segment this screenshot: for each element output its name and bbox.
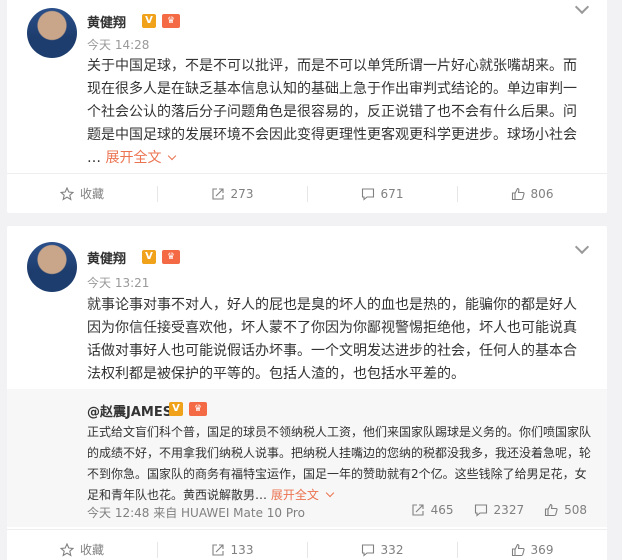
avatar[interactable]	[27, 8, 77, 58]
action-bar: 收藏 133 332 369	[7, 529, 607, 560]
avatar[interactable]	[27, 242, 77, 292]
share-icon	[411, 503, 425, 517]
favorite-button[interactable]: 收藏	[7, 530, 157, 560]
member-icon: ♛	[162, 14, 180, 28]
expand-link[interactable]: 展开全文	[105, 150, 177, 166]
expand-label: 展开全文	[270, 488, 319, 502]
repost-button[interactable]: 133	[157, 530, 307, 560]
thumbs-up-icon	[511, 187, 525, 201]
feed-card: 黄健翔 V ♛ 今天 14:28 关于中国足球，不是不可以批评，而是不可以单凭所…	[7, 0, 607, 213]
expand-label: 展开全文	[105, 150, 162, 166]
post-time[interactable]: 今天 13:21	[87, 274, 149, 291]
repost-text: 正式给文盲们科个普，国足的球员不领纳税人工资，他们来国家队踢球是义务的。你们喷国…	[87, 425, 592, 502]
star-icon	[59, 186, 74, 201]
ellipsis: …	[255, 488, 268, 502]
feed-card: 黄健翔 V ♛ 今天 13:21 就事论事对事不对人，好人的屁也是臭的坏人的血也…	[7, 226, 607, 560]
author-name[interactable]: 黄健翔	[87, 12, 126, 31]
repost-author[interactable]: @赵震JAMES	[87, 401, 172, 420]
verified-icon: V	[142, 250, 156, 264]
thumbs-up-icon	[511, 543, 525, 557]
ellipsis: …	[87, 150, 101, 166]
favorite-button[interactable]: 收藏	[7, 174, 157, 213]
comment-count: 2327	[493, 503, 525, 517]
favorite-label: 收藏	[79, 543, 104, 557]
repost-stats: 465 2327 508	[411, 503, 587, 517]
repost-meta[interactable]: 今天 12:48 来自 HUAWEI Mate 10 Pro	[87, 504, 305, 521]
star-icon	[59, 542, 74, 557]
favorite-label: 收藏	[79, 187, 104, 201]
repost-content: 正式给文盲们科个普，国足的球员不领纳税人工资，他们来国家队踢球是义务的。你们喷国…	[87, 422, 592, 506]
comment-icon	[361, 543, 375, 557]
repost-box: @赵震JAMES V ♛ 正式给文盲们科个普，国足的球员不领纳税人工资，他们来国…	[7, 389, 607, 527]
post-text: 关于中国足球，不是不可以批评，而是不可以单凭所谓一片好心就张嘴胡来。而现在很多人…	[87, 58, 577, 143]
author-name[interactable]: 黄健翔	[87, 248, 126, 267]
expand-link[interactable]: 展开全文	[270, 488, 335, 502]
share-icon	[211, 543, 225, 557]
like-button[interactable]: 508	[544, 503, 587, 517]
verified-icon: V	[142, 14, 156, 28]
action-bar: 收藏 273 671 806	[7, 173, 607, 213]
verified-icon: V	[169, 402, 183, 416]
chevron-down-icon	[168, 151, 177, 161]
chevron-down-icon[interactable]	[574, 0, 590, 15]
repost-button[interactable]: 465	[411, 503, 454, 517]
comment-icon	[361, 187, 375, 201]
chevron-down-icon	[325, 488, 335, 498]
repost-button[interactable]: 273	[157, 174, 307, 213]
comment-count: 332	[380, 542, 404, 557]
comment-button[interactable]: 2327	[474, 503, 525, 517]
comment-button[interactable]: 332	[307, 530, 457, 560]
like-count: 369	[530, 542, 554, 557]
member-icon: ♛	[189, 402, 207, 416]
like-button[interactable]: 369	[457, 530, 607, 560]
post-content: 关于中国足球，不是不可以批评，而是不可以单凭所谓一片好心就张嘴胡来。而现在很多人…	[87, 55, 587, 170]
share-icon	[211, 187, 225, 201]
like-button[interactable]: 806	[457, 174, 607, 213]
thumbs-up-icon	[544, 503, 558, 517]
comment-count: 671	[380, 186, 404, 201]
like-count: 508	[564, 503, 587, 517]
repost-count: 273	[230, 186, 254, 201]
member-icon: ♛	[162, 250, 180, 264]
chevron-down-icon[interactable]	[574, 239, 590, 255]
post-time[interactable]: 今天 14:28	[87, 36, 149, 53]
post-content: 就事论事对事不对人，好人的屁也是臭的坏人的血也是热的，能骗你的都是好人因为你信任…	[87, 297, 577, 382]
comment-button[interactable]: 671	[307, 174, 457, 213]
repost-count: 133	[230, 542, 254, 557]
comment-icon	[474, 503, 488, 517]
repost-count: 465	[430, 503, 454, 517]
like-count: 806	[530, 186, 554, 201]
